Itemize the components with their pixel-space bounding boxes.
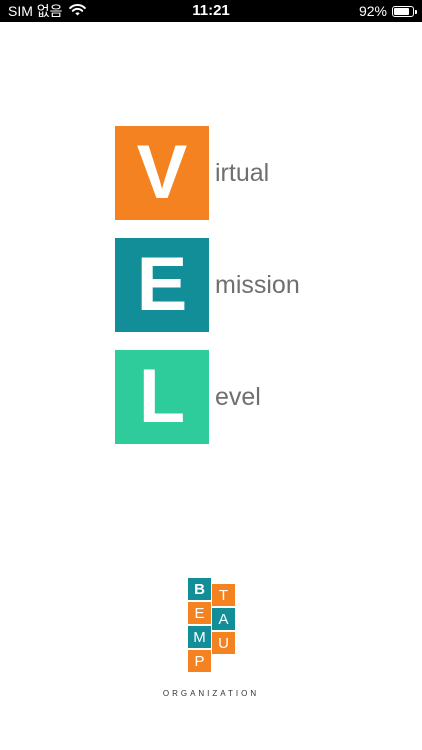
vel-tile-e: E xyxy=(115,238,209,332)
battery-icon xyxy=(392,5,417,17)
vel-tile-v: V xyxy=(115,126,209,220)
vel-row-level: L evel xyxy=(115,350,375,444)
vel-row-virtual: V irtual xyxy=(115,126,375,220)
org-tile-b: B xyxy=(188,578,211,600)
vel-word-virtual: irtual xyxy=(215,159,270,187)
vel-word-emission: mission xyxy=(215,271,300,299)
vel-row-emission: E mission xyxy=(115,238,375,332)
status-right: 92% xyxy=(358,3,417,19)
org-caption: ORGANIZATION xyxy=(162,689,260,698)
wifi-icon xyxy=(68,3,86,19)
org-tile-p: P xyxy=(188,650,211,672)
status-left: SIM 없음 xyxy=(8,3,86,19)
battery-fill xyxy=(394,7,409,15)
status-bar: SIM 없음 11:21 92% xyxy=(0,0,422,22)
org-logo: B E M P T A U xyxy=(188,578,236,673)
battery-percent: 92% xyxy=(358,3,387,19)
org-tile-e: E xyxy=(188,602,211,624)
battery-nub xyxy=(415,9,417,14)
carrier-label: SIM 없음 xyxy=(8,3,63,19)
vel-tile-l: L xyxy=(115,350,209,444)
org-tile-m: M xyxy=(188,626,211,648)
org-tile-t: T xyxy=(212,584,235,606)
vel-word-level: evel xyxy=(215,383,261,411)
org-tile-a: A xyxy=(212,608,235,630)
org-tile-u: U xyxy=(212,632,235,654)
